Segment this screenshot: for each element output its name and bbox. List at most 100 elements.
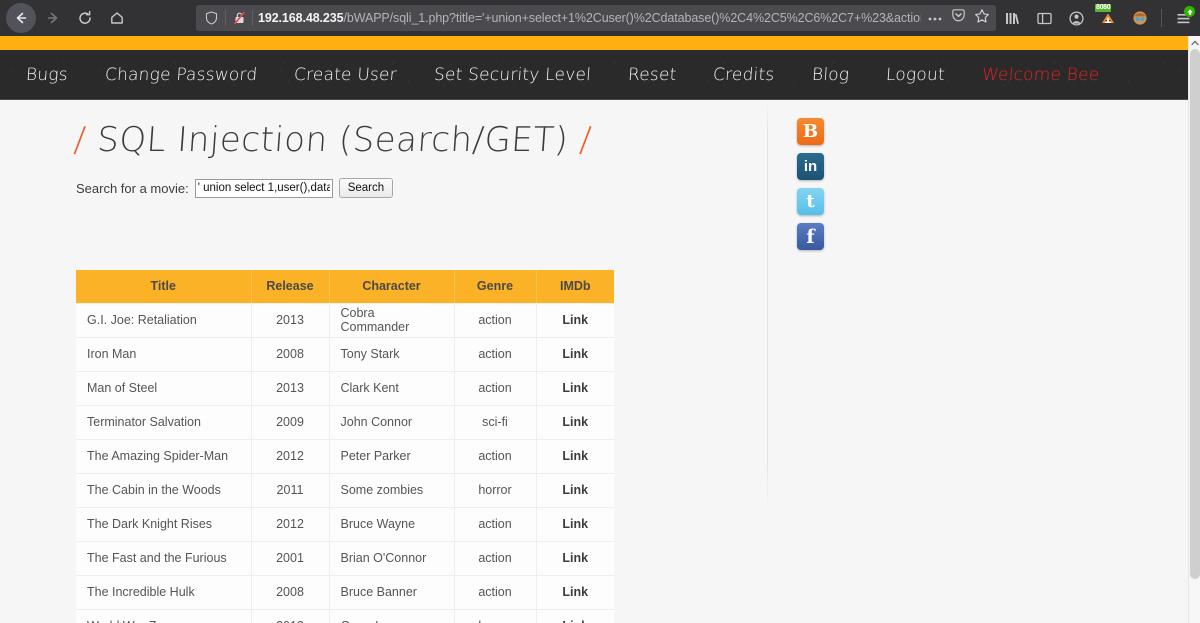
page-title-text: SQL Injection (Search/GET) [95,120,570,160]
imdb-link[interactable]: Link [562,347,588,361]
table-row: The Fast and the Furious 2001 Brian O'Conn… [76,541,614,576]
imdb-link[interactable]: Link [562,585,588,599]
forward-arrow-icon [47,12,58,24]
table-row: The Dark Knight Rises 2012 Bruce Wayne acti… [76,507,614,542]
top-accent-bar [0,36,1188,50]
imdb-link[interactable]: Link [562,551,588,565]
bookmark-star-icon[interactable] [974,8,990,29]
back-button[interactable] [6,3,36,33]
url-divider-2 [252,10,253,26]
page-content: / SQL Injection (Search/GET) / Search fo… [0,100,1188,623]
account-button[interactable] [1063,5,1089,31]
cell-character: Tony Stark [329,337,455,372]
cell-genre: action [454,541,537,576]
cell-title: Man of Steel [76,371,252,406]
browser-toolbar: 192.168.48.235/bWAPP/sqli_1.php?title='+… [0,0,1200,36]
cell-title: Terminator Salvation [76,405,252,440]
cell-character: Clark Kent [329,371,455,406]
address-bar-actions [921,8,990,29]
cell-imdb: Link [536,473,614,508]
cell-character: Brian O'Connor [329,541,455,576]
cell-title: The Fast and the Furious [76,541,252,576]
imdb-link[interactable]: Link [562,381,588,395]
nav-item-credits[interactable]: Credits [713,65,776,85]
scrollbar-thumb[interactable] [1190,49,1200,579]
nav-item-bugs[interactable]: Bugs [25,65,68,85]
imdb-link[interactable]: Link [562,619,588,623]
sidebar-icon [1036,12,1052,24]
cell-imdb: Link [536,371,614,406]
blogger-icon[interactable]: B [797,118,824,145]
search-input[interactable] [194,178,333,198]
search-form: Search for a movie: Search [76,178,394,198]
library-button[interactable] [999,5,1025,31]
imdb-link[interactable]: Link [562,483,588,497]
nav-item-create-user[interactable]: Create User [293,65,397,85]
imdb-link[interactable]: Link [562,517,588,531]
cell-title: The Cabin in the Woods [76,473,252,508]
nav-item-set-security-level[interactable]: Set Security Level [433,65,591,85]
nav-item-logout[interactable]: Logout [885,65,945,85]
nav-item-blog[interactable]: Blog [811,65,850,85]
cell-character: Peter Parker [329,439,455,474]
avatar-extension-icon [1133,11,1147,25]
home-button[interactable] [102,3,132,33]
welcome-user-label[interactable]: Welcome Bee [981,65,1100,85]
ellipsis-icon [928,17,942,21]
search-button[interactable]: Search [338,178,394,198]
star-icon [975,8,989,23]
chevron-up-icon [1191,39,1199,45]
cell-genre: action [454,575,537,610]
cell-character: Cobra Commander [329,303,455,338]
column-divider [767,100,768,510]
cell-genre: action [454,507,537,542]
cell-title: The Incredible Hulk [76,575,252,610]
up-arrow-icon [1186,8,1193,15]
facebook-icon[interactable]: f [797,223,824,250]
url-text: 192.168.48.235/bWAPP/sqli_1.php?title='+… [258,11,921,25]
table-body: G.I. Joe: Retaliation 2013 Cobra Commander… [76,303,614,623]
cell-release: 2009 [251,405,330,440]
table-row: Iron Man 2008 Tony Stark action Link [76,337,614,372]
nav-item-reset[interactable]: Reset [627,65,677,85]
twitter-icon[interactable]: t [797,188,824,215]
cell-imdb: Link [536,303,614,338]
app-menu-button[interactable] [1170,5,1196,31]
table-head: Title Release Character Genre IMDb [76,270,614,304]
second-extension-button[interactable] [1127,5,1153,31]
scrollbar-up-button[interactable] [1189,36,1200,49]
address-bar[interactable]: 192.168.48.235/bWAPP/sqli_1.php?title='+… [196,5,996,31]
page-actions-menu-icon[interactable] [927,9,943,27]
extension-badge: 8080 [1095,4,1112,12]
imdb-link[interactable]: Link [562,313,588,327]
page-title: / SQL Injection (Search/GET) / [73,120,593,160]
cell-release: 2012 [251,439,330,474]
cell-genre: action [454,303,537,338]
column-header-character: Character [329,270,455,304]
tracking-protection-icon[interactable] [202,11,220,25]
nav-item-change-password[interactable]: Change Password [104,65,258,85]
cell-release: 2001 [251,541,330,576]
forward-button[interactable] [38,3,68,33]
reload-button[interactable] [70,3,100,33]
cell-character: Bruce Wayne [329,507,455,542]
cell-imdb: Link [536,507,614,542]
foxyproxy-extension-button[interactable]: 8080 [1095,4,1121,31]
pocket-icon[interactable] [951,8,966,28]
linkedin-icon[interactable]: in [797,153,824,180]
toolbar-divider [1161,9,1162,27]
column-header-genre: Genre [454,270,537,304]
movies-results-table: Title Release Character Genre IMDb G.I. … [76,270,614,623]
column-header-imdb: IMDb [536,270,614,304]
insecure-connection-icon[interactable] [231,11,247,25]
cell-imdb: Link [536,609,614,623]
cell-genre: action [454,439,537,474]
imdb-link[interactable]: Link [562,415,588,429]
title-slash-right: / [578,120,594,160]
cell-title: The Dark Knight Rises [76,507,252,542]
sidebar-button[interactable] [1031,5,1057,31]
table-header-row: Title Release Character Genre IMDb [76,270,614,304]
table-row: Man of Steel 2013 Clark Kent action Link [76,371,614,406]
page-scrollbar[interactable] [1188,36,1200,623]
imdb-link[interactable]: Link [562,449,588,463]
